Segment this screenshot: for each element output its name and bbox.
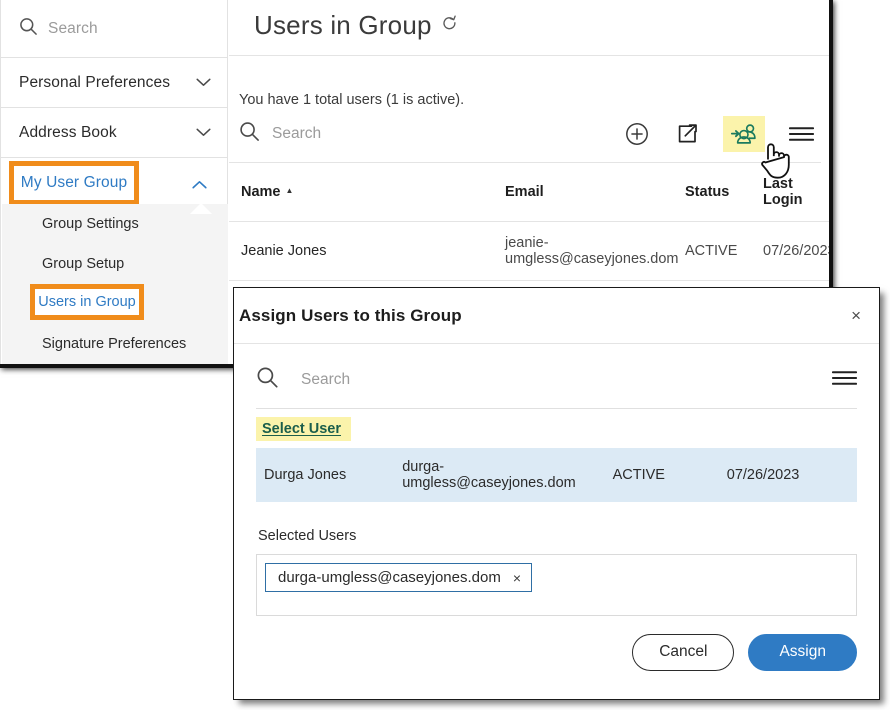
remove-chip-icon[interactable]: × [513,570,521,586]
hamburger-menu-icon[interactable] [831,369,858,392]
list-item[interactable]: Durga Jones durga-umgless@caseyjones.dom… [256,448,857,502]
table-row[interactable]: Jeanie Jones jeanie-umgless@caseyjones.d… [229,221,829,281]
sidebar-item-label: Personal Preferences [19,73,171,91]
dialog-footer: Cancel Assign [234,616,879,671]
sidebar-search-placeholder: Search [48,19,98,37]
column-header-label: Name [241,184,281,200]
share-icon[interactable] [673,120,701,148]
refresh-icon[interactable] [441,15,458,37]
menu-icon[interactable] [787,120,815,148]
sidebar-item-label: My User Group [20,174,128,191]
chip-label: durga-umgless@caseyjones.dom [278,569,501,586]
sidebar-item-label: Address Book [19,123,117,141]
dialog-search-row[interactable]: Search [256,344,858,409]
sidebar-item-signature-preferences[interactable]: Signature Preferences [2,324,228,364]
sidebar-submenu: Group Settings Group Setup Users in Grou… [2,203,228,364]
table-header-row: Name ▲ Email Status Last Login [229,163,829,222]
highlight-box-users-in-group: Users in Group [30,284,144,320]
cell-status: ACTIVE [673,221,751,281]
selected-user-chip[interactable]: durga-umgless@caseyjones.dom × [265,563,533,592]
sidebar-item-address-book[interactable]: Address Book [1,108,227,158]
users-table: Name ▲ Email Status Last Login Jeanie Jon… [229,163,829,281]
add-icon[interactable] [623,120,651,148]
sidebar-search[interactable]: Search [1,0,227,58]
sort-asc-icon: ▲ [285,186,294,195]
dialog-search-placeholder: Search [301,371,351,388]
column-header-status[interactable]: Status [673,163,751,222]
cell-name: Durga Jones [256,448,395,502]
mouse-cursor-pointer-icon [757,141,791,181]
dialog-title: Assign Users to this Group [239,305,462,325]
sidebar-subitem-label: Group Setup [42,256,125,272]
search-icon [239,121,260,147]
cell-email: jeanie-umgless@caseyjones.dom [493,221,679,281]
dialog-header: Assign Users to this Group × [234,288,879,344]
sidebar-item-group-settings[interactable]: Group Settings [2,204,228,244]
selected-users-field[interactable]: durga-umgless@caseyjones.dom × [256,554,857,616]
highlight-select-user: Select User [256,417,351,441]
assign-button[interactable]: Assign [748,634,857,671]
list-toolbar: Search [229,108,821,163]
sidebar: Search Personal Preferences Address Book… [0,0,228,364]
list-search-placeholder: Search [272,125,322,142]
sidebar-item-users-in-group[interactable]: Users in Group [2,284,228,324]
chevron-down-icon [196,124,211,142]
sidebar-item-personal-preferences[interactable]: Personal Preferences [1,58,227,108]
column-header-email[interactable]: Email [493,163,673,222]
sidebar-subitem-label: Group Settings [42,216,139,232]
page-header: Users in Group [229,0,829,56]
dialog-results-table: Durga Jones durga-umgless@caseyjones.dom… [256,448,857,502]
highlight-box-my-user-group: My User Group [9,161,139,205]
dialog-body: Search Select User Durga Jones durga-umg… [234,344,879,616]
sidebar-subitem-label: Signature Preferences [42,336,187,352]
assign-users-dialog: Assign Users to this Group × Search Sele… [233,287,880,700]
sidebar-item-group-setup[interactable]: Group Setup [2,244,228,284]
toolbar-actions [623,116,821,152]
search-icon [256,366,279,394]
cancel-button[interactable]: Cancel [632,634,735,671]
sidebar-item-my-user-group[interactable]: My User Group [1,158,227,208]
page-title: Users in Group [254,10,432,40]
select-user-row: Select User [256,409,857,441]
sidebar-subitem-label: Users in Group [38,294,136,310]
select-user-link[interactable]: Select User [262,421,341,437]
cell-last-login: 07/26/2023 [718,448,857,502]
close-icon[interactable]: × [851,307,861,324]
user-count-summary: You have 1 total users (1 is active). [239,92,465,108]
column-header-name[interactable]: Name ▲ [229,163,493,222]
search-icon [19,17,38,41]
cell-last-login: 07/26/2023 [751,221,829,281]
selected-users-label: Selected Users [258,528,357,544]
chevron-down-icon [196,74,211,92]
cell-status: ACTIVE [604,448,719,502]
cell-name: Jeanie Jones [229,221,493,281]
cell-email: durga-umgless@caseyjones.dom [394,448,605,502]
chevron-up-icon[interactable] [192,176,207,194]
